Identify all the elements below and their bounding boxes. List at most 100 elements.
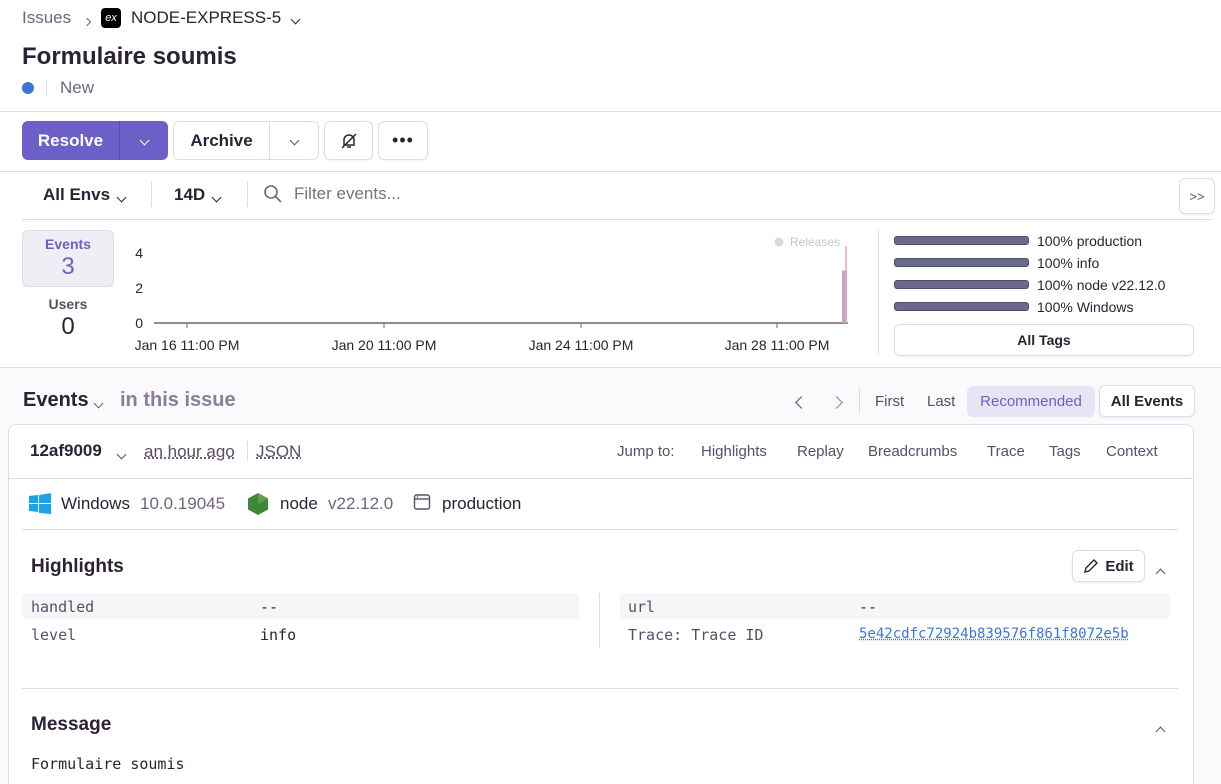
collapse-message-chevron-up-icon[interactable] — [1155, 722, 1166, 740]
x-tick-label: Jan 28 11:00 PM — [725, 337, 830, 353]
trace-id-link[interactable]: 5e42cdfc72924b839576f861f8072e5b — [859, 626, 1129, 642]
events-stat[interactable]: Events 3 — [22, 230, 114, 287]
jump-link-breadcrumbs[interactable]: Breadcrumbs — [868, 443, 957, 460]
period-filter[interactable]: 14D — [174, 185, 205, 205]
status-badge: New — [60, 78, 95, 97]
x-tick-label: Jan 20 11:00 PM — [332, 337, 437, 353]
page-title: Formulaire soumis — [22, 43, 237, 70]
releases-legend-label: Releases — [790, 235, 840, 249]
jump-link-trace[interactable]: Trace — [987, 443, 1025, 460]
collapse-highlights-chevron-up-icon[interactable] — [1155, 564, 1166, 582]
highlights-column-divider — [599, 593, 600, 648]
tag-distribution-label: 100% production — [1037, 233, 1143, 249]
env-row-divider — [22, 529, 1178, 530]
highlight-row-background — [22, 593, 579, 619]
all-events-button[interactable]: All Events — [1099, 385, 1195, 417]
y-tick-label: 0 — [135, 315, 143, 331]
filter-divider — [247, 181, 248, 207]
events-chart: 4 2 0 Jan 16 11:00 PM Jan 20 11:00 PM Jan 24 … — [135, 235, 848, 353]
event-id-chevron-down-icon[interactable] — [116, 445, 127, 463]
events-chevron-down-icon[interactable] — [93, 394, 104, 412]
breadcrumb-project[interactable]: NODE-EXPRESS-5 — [131, 8, 281, 28]
breadcrumb-issues[interactable]: Issues — [22, 8, 71, 28]
pencil-icon — [1084, 559, 1099, 573]
next-event-chevron-right-icon[interactable] — [830, 394, 843, 412]
edit-label: Edit — [1105, 557, 1134, 575]
jump-to-label: Jump to: — [617, 443, 675, 460]
events-section-title[interactable]: Events — [23, 389, 89, 412]
first-event-button[interactable]: First — [875, 393, 904, 410]
users-stat[interactable]: Users 0 — [22, 296, 114, 353]
highlight-row-background — [620, 593, 1170, 619]
node-icon — [248, 493, 268, 515]
previous-event-chevron-left-icon[interactable] — [795, 394, 808, 412]
sidebar-toggle-button[interactable]: >> — [1179, 178, 1215, 214]
users-stat-value: 0 — [61, 313, 75, 340]
tag-distribution-bar[interactable] — [894, 236, 1029, 245]
filter-divider — [151, 181, 152, 207]
more-actions-button[interactable]: ••• — [378, 121, 428, 160]
chart-tags-divider — [878, 230, 879, 355]
highlight-key: Trace: Trace ID — [628, 626, 764, 644]
y-tick-label: 4 — [135, 245, 143, 261]
tag-distribution-bar[interactable] — [894, 302, 1029, 311]
highlight-key: handled — [31, 598, 95, 616]
archive-button[interactable]: Archive — [174, 122, 270, 159]
recommended-event-button[interactable]: Recommended — [967, 386, 1095, 417]
env-chevron-down-icon[interactable] — [116, 188, 127, 206]
events-stat-value: 3 — [61, 253, 75, 280]
period-chevron-down-icon[interactable] — [211, 188, 222, 206]
breadcrumb-separator-icon — [82, 12, 92, 30]
runtime-name: node — [280, 494, 318, 513]
search-icon — [264, 185, 282, 203]
event-id[interactable]: 12af9009 — [30, 441, 102, 461]
jump-link-tags[interactable]: Tags — [1049, 443, 1081, 460]
search-input[interactable] — [294, 182, 694, 206]
bell-off-icon — [340, 132, 357, 149]
event-meta-divider — [247, 441, 248, 461]
event-timestamp[interactable]: an hour ago — [144, 442, 235, 462]
highlight-key: level — [31, 626, 77, 644]
highlight-key: url — [628, 598, 656, 616]
highlight-value: -- — [260, 598, 279, 616]
nav-divider — [859, 388, 860, 414]
browser-window-icon — [413, 494, 431, 510]
highlight-value: -- — [859, 598, 878, 616]
header-divider — [0, 111, 1221, 112]
jump-link-context[interactable]: Context — [1106, 443, 1158, 460]
status-divider — [46, 80, 47, 96]
archive-button-group: Archive — [173, 121, 319, 160]
project-chevron-down-icon[interactable] — [290, 10, 301, 28]
os-name: Windows — [61, 494, 130, 513]
event-header-divider — [8, 478, 1194, 479]
edit-highlights-button[interactable]: Edit — [1072, 550, 1145, 582]
jump-link-highlights[interactable]: Highlights — [701, 443, 767, 460]
last-event-button[interactable]: Last — [927, 393, 955, 410]
tag-distribution-bar[interactable] — [894, 280, 1029, 289]
resolve-options-chevron-icon[interactable] — [120, 121, 168, 160]
toolbar-divider — [0, 171, 1221, 172]
double-chevron-right-icon: >> — [1189, 188, 1205, 204]
mute-button[interactable] — [324, 121, 373, 160]
x-tick-label: Jan 24 11:00 PM — [529, 337, 634, 353]
filter-bar-divider — [22, 219, 1212, 220]
all-tags-button[interactable]: All Tags — [894, 324, 1194, 356]
tag-distribution-label: 100% Windows — [1037, 299, 1134, 315]
highlight-value: info — [260, 626, 297, 644]
x-tick-label: Jan 16 11:00 PM — [135, 337, 240, 353]
resolve-button[interactable]: Resolve — [22, 121, 120, 160]
tag-distribution-label: 100% info — [1037, 255, 1100, 271]
events-section-subtitle: in this issue — [120, 389, 236, 411]
project-icon: ex — [101, 8, 121, 28]
archive-options-chevron-icon[interactable] — [270, 122, 318, 159]
tag-distribution-bar[interactable] — [894, 258, 1029, 267]
users-stat-label: Users — [48, 296, 88, 312]
env-filter[interactable]: All Envs — [43, 185, 110, 205]
os-version: 10.0.19045 — [140, 494, 226, 513]
event-json-link[interactable]: JSON — [256, 442, 301, 462]
resolve-button-group: Resolve — [22, 121, 168, 160]
y-tick-label: 2 — [135, 280, 143, 296]
message-title: Message — [31, 714, 112, 735]
jump-link-replay[interactable]: Replay — [797, 443, 844, 460]
ellipsis-icon: ••• — [392, 130, 414, 150]
